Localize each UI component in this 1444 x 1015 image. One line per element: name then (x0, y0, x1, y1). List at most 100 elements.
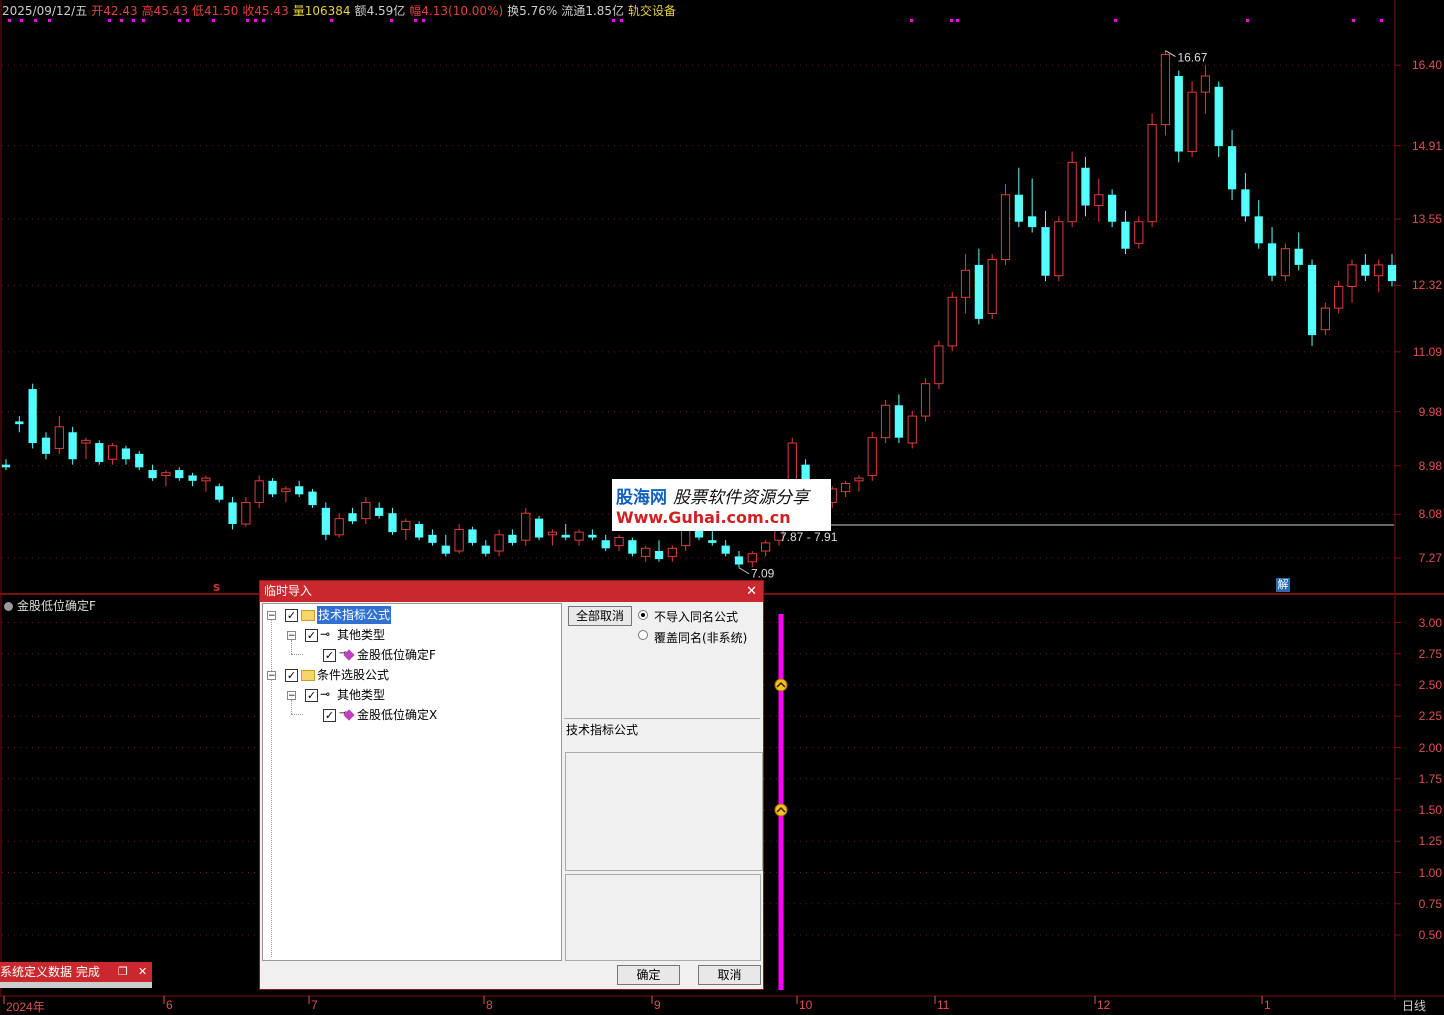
candle[interactable] (1, 459, 11, 471)
indicator-title[interactable]: 金股低位确定F (4, 597, 96, 614)
candle[interactable] (215, 483, 224, 503)
candle[interactable] (1254, 200, 1263, 249)
candle[interactable] (708, 529, 717, 546)
candle[interactable] (281, 486, 291, 503)
candle[interactable] (1094, 178, 1104, 222)
collapse-icon[interactable]: − (267, 671, 276, 681)
candle[interactable] (95, 440, 104, 465)
tree-node-formula-x[interactable]: ✓ ⊸ 金股低位确定X (305, 706, 465, 724)
candle[interactable] (428, 529, 437, 546)
collapse-icon[interactable]: − (287, 631, 296, 641)
checkbox-formula-x[interactable]: ✓ (323, 709, 336, 722)
candle[interactable] (1147, 113, 1157, 228)
restore-icon[interactable]: ❐ (118, 962, 128, 982)
candle[interactable] (1000, 183, 1011, 265)
candle[interactable] (1241, 173, 1250, 222)
checkbox-formula-f[interactable]: ✓ (323, 649, 336, 662)
candle[interactable] (1121, 210, 1130, 255)
candle[interactable] (361, 497, 371, 525)
candle[interactable] (1227, 129, 1237, 201)
quote-sector[interactable]: 轨交设备 (628, 4, 676, 18)
close-icon[interactable]: ✕ (138, 962, 147, 982)
checkbox-technical[interactable]: ✓ (285, 609, 298, 622)
candle[interactable] (334, 513, 344, 538)
candle[interactable] (508, 529, 517, 546)
candle[interactable] (1374, 259, 1384, 292)
candle[interactable] (348, 507, 357, 525)
tree-node-selection[interactable]: − ✓ 条件选股公式 (267, 666, 427, 684)
candle[interactable] (628, 537, 637, 557)
radio-overwrite[interactable] (638, 630, 648, 640)
candle[interactable] (1054, 216, 1064, 282)
candle[interactable] (1294, 232, 1303, 271)
candle[interactable] (441, 534, 450, 557)
candle[interactable] (388, 507, 397, 535)
collapse-icon[interactable]: − (287, 691, 296, 701)
candle[interactable] (468, 526, 477, 546)
candle[interactable] (401, 518, 411, 541)
candle[interactable] (321, 502, 330, 541)
candle[interactable] (1028, 178, 1037, 233)
tree-node-other-type-1[interactable]: − ✓ ⊸ 其他类型 (287, 626, 427, 644)
candle[interactable] (761, 540, 771, 557)
candle[interactable] (1067, 151, 1077, 228)
candle[interactable] (188, 472, 197, 487)
formula-tree[interactable]: − ✓ 技术指标公式 − ✓ ⊸ 其他类型 ✓ ⊸ 金股低位确定F − ✓ 条件… (262, 603, 562, 961)
tree-node-formula-f[interactable]: ✓ ⊸ 金股低位确定F (305, 646, 465, 664)
candle[interactable] (747, 551, 757, 568)
candle[interactable] (854, 475, 864, 492)
collapse-icon[interactable]: − (267, 611, 276, 621)
candle[interactable] (241, 497, 251, 527)
candle[interactable] (1160, 50, 1171, 136)
candle[interactable] (561, 524, 570, 541)
candle[interactable] (81, 437, 91, 460)
candle[interactable] (135, 451, 144, 471)
radio-no-import-label[interactable]: 不导入同名公式 (654, 608, 738, 625)
cancel-all-button[interactable]: 全部取消 (568, 606, 632, 626)
candle[interactable] (974, 248, 983, 325)
candle[interactable] (15, 416, 24, 433)
candle[interactable] (375, 502, 384, 519)
candle[interactable] (920, 378, 931, 422)
collapse-icon[interactable] (4, 602, 13, 611)
candle[interactable] (1320, 302, 1330, 336)
candle[interactable] (934, 340, 944, 390)
candle[interactable] (947, 291, 957, 352)
candle[interactable] (1267, 227, 1277, 282)
tree-node-technical[interactable]: − ✓ 技术指标公式 (267, 606, 427, 624)
ok-button[interactable]: 确定 (617, 965, 680, 985)
candle[interactable] (161, 470, 171, 487)
checkbox-other-type-2[interactable]: ✓ (305, 689, 318, 702)
candle[interactable] (734, 551, 744, 568)
candle[interactable] (1014, 167, 1023, 228)
candle[interactable] (41, 432, 51, 460)
candle[interactable] (1108, 189, 1117, 228)
dialog-titlebar[interactable]: 临时导入 ✕ (260, 581, 763, 602)
period-label[interactable]: 日线 (1402, 997, 1444, 1013)
candle[interactable] (654, 540, 664, 562)
candle[interactable] (1347, 259, 1357, 303)
candle[interactable] (121, 445, 131, 465)
candle[interactable] (614, 534, 624, 552)
candle[interactable] (960, 254, 971, 314)
radio-no-import[interactable] (638, 610, 648, 620)
candle[interactable] (268, 478, 277, 498)
candle[interactable] (840, 480, 851, 498)
checkbox-selection[interactable]: ✓ (285, 669, 298, 682)
candle[interactable] (28, 383, 37, 449)
candle[interactable] (1307, 259, 1317, 346)
candle[interactable] (54, 416, 64, 454)
candle[interactable] (308, 488, 317, 508)
candle[interactable] (1214, 81, 1223, 157)
candle[interactable] (907, 410, 917, 449)
checkbox-other-type-1[interactable]: ✓ (305, 629, 318, 642)
candle[interactable] (987, 254, 997, 319)
candle[interactable] (1187, 81, 1197, 157)
tree-node-other-type-2[interactable]: − ✓ ⊸ 其他类型 (287, 686, 427, 704)
candle[interactable] (721, 540, 730, 557)
close-icon[interactable]: ✕ (746, 581, 757, 602)
candle[interactable] (1334, 281, 1344, 314)
candle[interactable] (894, 394, 904, 444)
candle[interactable] (175, 467, 184, 481)
candle[interactable] (415, 521, 424, 541)
